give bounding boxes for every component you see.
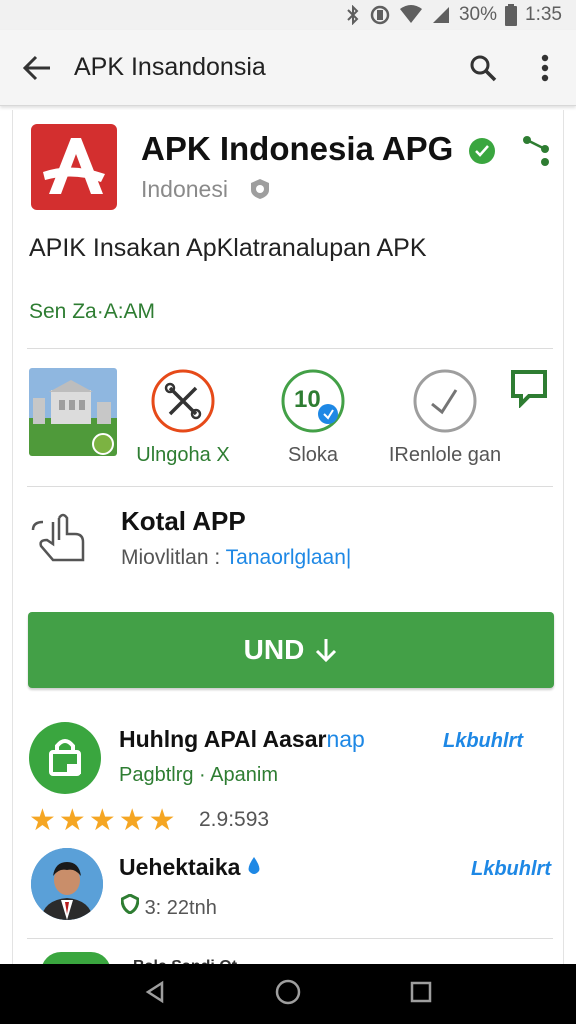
- clock: 1:35: [525, 4, 562, 25]
- circle-home-icon: [275, 979, 301, 1004]
- status-bar: 30% 1:35: [0, 0, 576, 30]
- star-rating: ★ ★ ★ ★ ★: [29, 806, 176, 836]
- update-info: Sen Za·A:AM: [29, 300, 156, 323]
- feature-label: Sloka: [287, 444, 339, 466]
- reviewer-name-text: Uehektaika: [119, 854, 241, 880]
- more-vert-icon: [541, 54, 549, 81]
- review-link[interactable]: Lkbuhlrt: [443, 730, 523, 753]
- star-icon: ★: [148, 804, 176, 837]
- feature-label: IRenlole gan: [388, 444, 502, 466]
- section-title: Kotal APP: [121, 506, 246, 536]
- nav-home-button[interactable]: [275, 979, 301, 1010]
- review-meta-text: 3: 22tnh: [144, 897, 217, 919]
- review-link[interactable]: Lkbuhlrt: [471, 858, 551, 881]
- bluetooth-icon: [345, 5, 361, 25]
- reviewer-name: Huhlng APAl Aasarnap: [119, 726, 365, 753]
- app-details-card: APK Indonesia APG Indonesi APIK Insakan …: [12, 110, 564, 975]
- divider: [27, 486, 553, 487]
- vibrate-icon: [369, 5, 391, 25]
- reviewer-tag: nap: [326, 726, 365, 752]
- system-nav-bar: [0, 964, 576, 1024]
- downloads-badge-text: 10: [294, 386, 321, 413]
- tools-icon: [150, 368, 216, 434]
- verified-icon: [469, 138, 495, 164]
- developer-name[interactable]: Indonesi: [141, 176, 228, 203]
- star-icon: ★: [29, 804, 56, 837]
- rating-count: 2.9:593: [199, 808, 270, 831]
- install-button[interactable]: UND: [28, 612, 554, 688]
- signal-icon: [431, 5, 451, 25]
- downloads-badge-icon: 10: [280, 368, 346, 434]
- section-subtitle-prefix: Miovlitlan :: [121, 546, 226, 569]
- battery-icon: [505, 4, 518, 26]
- star-icon: ★: [118, 804, 146, 837]
- feature-rating[interactable]: IRenlole gan: [375, 368, 515, 467]
- section-subtitle: Miovlitlan : Tanaorlglaan|: [121, 546, 351, 570]
- feature-tools[interactable]: Ulngoha X: [133, 368, 233, 467]
- avatar[interactable]: [29, 722, 101, 794]
- download-arrow-icon: [316, 639, 337, 663]
- feature-downloads[interactable]: 10 Sloka: [263, 368, 363, 467]
- share-icon: [523, 136, 549, 166]
- battery-percent: 30%: [458, 4, 498, 25]
- check-badge-icon: [412, 368, 478, 434]
- reviewer-name-text: Huhlng APAl Aasar: [119, 726, 327, 752]
- hand-pointer-icon: [29, 510, 95, 568]
- feature-label: Ulngoha X: [136, 444, 230, 466]
- avatar[interactable]: [31, 848, 103, 920]
- chat-icon: [509, 368, 549, 434]
- nav-back-button[interactable]: [144, 980, 166, 1009]
- shield-icon: [120, 893, 140, 915]
- divider: [27, 348, 553, 349]
- overflow-menu-button[interactable]: [514, 30, 576, 106]
- star-icon: ★: [88, 804, 116, 837]
- app-logo: [31, 124, 117, 210]
- square-recents-icon: [410, 981, 431, 1002]
- app-description: APIK Insakan ApKlatranalupan APK: [29, 234, 427, 262]
- arrow-back-icon: [22, 55, 50, 80]
- back-button[interactable]: [0, 30, 74, 106]
- search-button[interactable]: [452, 30, 514, 106]
- install-button-label: UND: [243, 634, 305, 665]
- share-button[interactable]: [521, 132, 551, 166]
- triangle-back-icon: [146, 980, 164, 1003]
- search-icon: [470, 55, 497, 81]
- reviewer-subtitle: Pagbtlrg · Apanim: [119, 764, 278, 786]
- divider: [27, 938, 553, 939]
- section-subtitle-link[interactable]: Tanaorlglaan|: [226, 546, 352, 569]
- verified-drop-icon: [248, 857, 260, 874]
- developer-badge-icon: [249, 178, 271, 200]
- review-meta: 3: 22tnh: [120, 893, 217, 920]
- app-name: APK Indonesia APG: [141, 130, 454, 167]
- reviewer-name: Uehektaika: [119, 854, 261, 881]
- feature-chat[interactable]: [509, 368, 549, 434]
- nav-recents-button[interactable]: [410, 981, 432, 1008]
- screenshot-thumbnail[interactable]: [29, 368, 117, 456]
- star-icon: ★: [58, 804, 86, 837]
- page-title: APK Insandonsia: [74, 53, 266, 81]
- app-bar: APK Insandonsia: [0, 30, 576, 106]
- wifi-icon: [399, 5, 423, 25]
